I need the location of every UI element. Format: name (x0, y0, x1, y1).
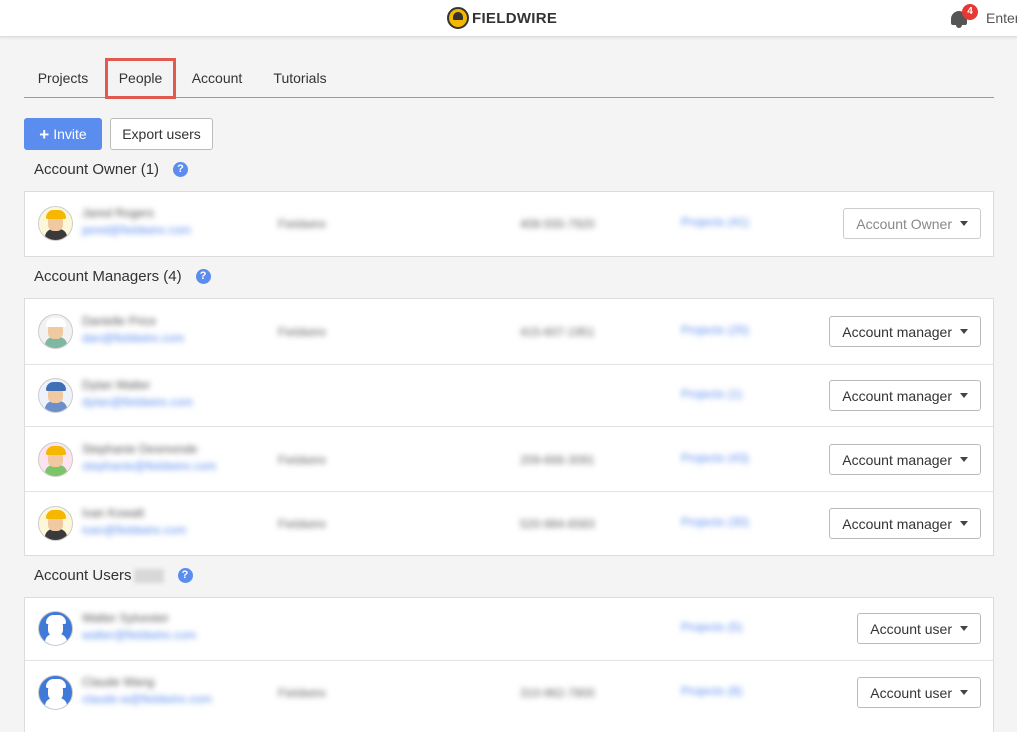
avatar (38, 506, 73, 541)
tab-bar: Projects People Account Tutorials (24, 58, 994, 99)
caret-down-icon (960, 221, 968, 226)
user-count-redacted (133, 568, 164, 583)
role-label: Account manager (842, 387, 952, 404)
plus-icon: + (39, 124, 50, 144)
fieldwire-logo[interactable]: FIELDWIRE (447, 7, 557, 29)
user-email[interactable]: walter@fieldwire.com (82, 628, 196, 642)
enterprise-link[interactable]: Enter (986, 10, 1017, 26)
avatar (38, 611, 73, 646)
user-name: Ivan Kowalt (82, 506, 145, 520)
invite-button[interactable]: + Invite (24, 118, 102, 150)
user-company: Fieldwire (278, 686, 327, 700)
user-projects-link[interactable]: Projects (25) (681, 323, 749, 337)
user-phone: 310-962-7800 (520, 686, 595, 700)
avatar (38, 675, 73, 710)
table-row: Ivan Kowalt ivan@fieldwire.com Fieldwire 52… (25, 491, 993, 555)
user-email[interactable]: dylan@fieldwire.com (82, 395, 193, 409)
table-row: Walter Sylvester walter@fieldwire.com Proj… (25, 598, 993, 660)
avatar (38, 378, 73, 413)
user-phone: 209-666-3091 (520, 453, 595, 467)
role-label: Account manager (842, 451, 952, 468)
role-label: Account user (870, 684, 952, 701)
table-row: Jared Rogers jared@fieldwire.com Fieldwire… (25, 192, 993, 256)
caret-down-icon (960, 521, 968, 526)
users-list: Walter Sylvester walter@fieldwire.com Proj… (24, 597, 994, 732)
help-icon[interactable]: ? (177, 568, 193, 583)
managers-list: Danielle Price dan@fieldwire.com Fieldwire… (24, 298, 994, 556)
export-users-button[interactable]: Export users (110, 118, 213, 150)
help-icon[interactable]: ? (195, 269, 211, 284)
user-name: Danielle Price (82, 314, 157, 328)
user-projects-link[interactable]: Projects (41) (681, 215, 749, 229)
role-label: Account manager (842, 323, 952, 340)
user-company: Fieldwire (278, 217, 327, 231)
caret-down-icon (960, 690, 968, 695)
role-dropdown[interactable]: Account user (857, 677, 981, 708)
user-phone: 520-984-6583 (520, 517, 595, 531)
owner-list: Jared Rogers jared@fieldwire.com Fieldwire… (24, 191, 994, 257)
section-title-managers: Account Managers (4) ? (34, 268, 211, 285)
avatar (38, 442, 73, 477)
help-icon[interactable]: ? (173, 162, 189, 177)
user-company: Fieldwire (278, 325, 327, 339)
user-name: Walter Sylvester (82, 611, 169, 625)
caret-down-icon (960, 393, 968, 398)
user-email[interactable]: stephanie@fieldwire.com (82, 459, 216, 473)
tab-tutorials[interactable]: Tutorials (264, 58, 336, 98)
user-projects-link[interactable]: Projects (5) (681, 620, 742, 634)
user-projects-link[interactable]: Projects (1) (681, 387, 742, 401)
user-projects-link[interactable]: Projects (30) (681, 515, 749, 529)
role-label: Account Owner (856, 215, 952, 232)
invite-label: Invite (53, 126, 87, 142)
role-dropdown[interactable]: Account user (857, 613, 981, 644)
user-name: Claude Wang (82, 675, 155, 689)
role-dropdown[interactable]: Account manager (829, 444, 981, 475)
section-title-users: Account Users ? (34, 567, 193, 584)
role-label: Account user (870, 620, 952, 637)
user-email[interactable]: dan@fieldwire.com (82, 331, 184, 345)
tab-people[interactable]: People (105, 58, 176, 99)
role-dropdown[interactable]: Account manager (829, 316, 981, 347)
user-email[interactable]: ivan@fieldwire.com (82, 523, 186, 537)
tab-account[interactable]: Account (184, 58, 250, 98)
table-row: Claude Wang claude.w@fieldwire.com Fieldwi… (25, 660, 993, 724)
user-email[interactable]: claude.w@fieldwire.com (82, 692, 212, 706)
role-dropdown[interactable]: Account manager (829, 508, 981, 539)
user-projects-link[interactable]: Projects (43) (681, 451, 749, 465)
table-row: Danielle Price dan@fieldwire.com Fieldwire… (25, 299, 993, 364)
role-label: Account manager (842, 515, 952, 532)
user-company: Fieldwire (278, 517, 327, 531)
table-row: Dylan Walter dylan@fieldwire.com Projects … (25, 364, 993, 426)
user-phone: 408-555-7920 (520, 217, 595, 231)
caret-down-icon (960, 457, 968, 462)
user-name: Jared Rogers (82, 206, 155, 220)
section-title-owner: Account Owner (1) ? (34, 161, 189, 178)
user-projects-link[interactable]: Projects (8) (681, 684, 742, 698)
user-phone: 415-607-1951 (520, 325, 595, 339)
avatar (38, 314, 73, 349)
user-name: Stephanie Desmonde (82, 442, 198, 456)
user-email[interactable]: jared@fieldwire.com (82, 223, 191, 237)
user-name: Dylan Walter (82, 378, 151, 392)
table-row: Stephanie Desmonde stephanie@fieldwire.co… (25, 426, 993, 491)
avatar (38, 206, 73, 241)
top-bar: FIELDWIRE 4 Enter (0, 0, 1017, 37)
notification-badge: 4 (962, 4, 978, 20)
role-dropdown[interactable]: Account Owner (843, 208, 981, 239)
tab-projects[interactable]: Projects (30, 58, 96, 98)
caret-down-icon (960, 626, 968, 631)
caret-down-icon (960, 329, 968, 334)
role-dropdown[interactable]: Account manager (829, 380, 981, 411)
fieldwire-logo-icon (447, 7, 469, 29)
user-company: Fieldwire (278, 453, 327, 467)
logo-text: FIELDWIRE (472, 9, 558, 27)
